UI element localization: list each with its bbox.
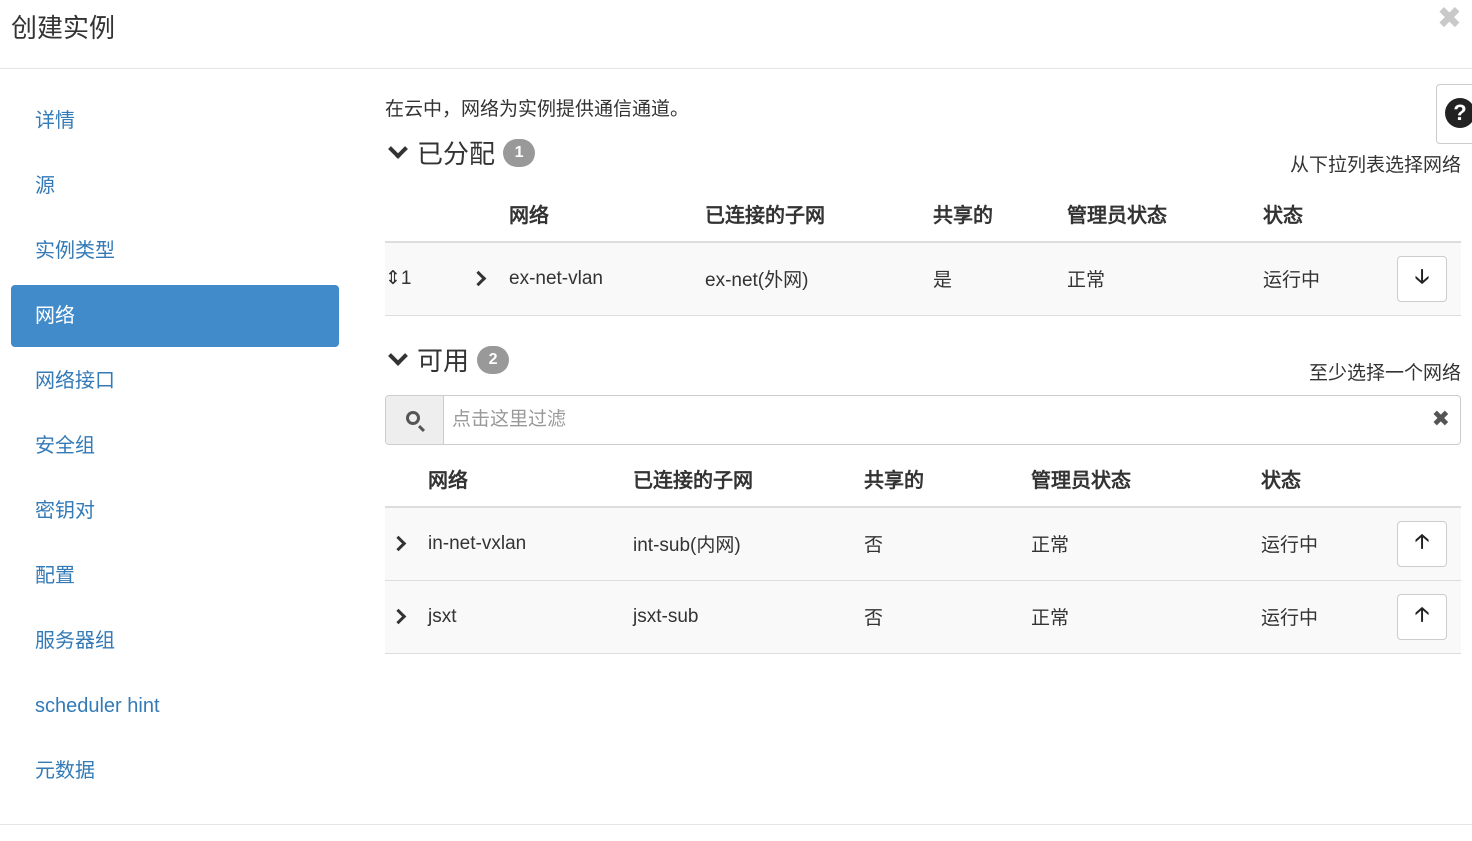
available-hint: 至少选择一个网络	[1308, 363, 1461, 384]
filter-input[interactable]	[452, 405, 1412, 435]
column-header-admin-state: 管理员状态	[1031, 451, 1261, 508]
help-button[interactable]: ?	[1436, 84, 1472, 144]
allocated-count-badge: 1	[503, 138, 536, 167]
available-section-toggle[interactable]: 可用 2	[385, 341, 510, 378]
cell-shared: 否	[864, 507, 1031, 581]
cell-network: jsxt	[428, 580, 633, 654]
sort-icon: ⇕	[385, 268, 401, 290]
cell-shared: 是	[933, 242, 1067, 316]
sidebar-item-details[interactable]: 详情	[11, 90, 339, 152]
sidebar-item-server-groups[interactable]: 服务器组	[11, 610, 339, 672]
wizard-sidebar: 详情 源 实例类型 网络 网络接口 安全组 密钥对 配置 服务器组 schedu…	[11, 90, 339, 805]
cell-status: 运行中	[1261, 507, 1397, 581]
footer-divider	[0, 824, 1472, 825]
deallocate-button[interactable]: 🡣	[1397, 255, 1447, 302]
search-icon	[406, 411, 420, 425]
dialog-header: 创建实例 ✖	[0, 0, 1472, 69]
arrow-up-icon: 🡡	[1414, 603, 1430, 626]
chevron-right-icon[interactable]	[470, 270, 487, 287]
table-row: in-net-vxlan int-sub(内网) 否 正常 运行中 🡡	[385, 507, 1461, 581]
cell-admin-state: 正常	[1031, 580, 1261, 654]
filter-bar: ✖	[385, 395, 1461, 445]
sidebar-item-metadata[interactable]: 元数据	[11, 740, 339, 802]
chevron-down-icon	[388, 138, 408, 159]
allocate-button[interactable]: 🡡	[1397, 593, 1447, 640]
column-header-shared: 共享的	[933, 186, 1067, 243]
order-handle[interactable]: ⇕1	[385, 242, 465, 316]
available-count-badge: 2	[477, 345, 510, 374]
cell-shared: 否	[864, 580, 1031, 654]
column-header-shared: 共享的	[864, 451, 1031, 508]
order-value: 1	[400, 268, 412, 290]
sidebar-item-scheduler-hints[interactable]: scheduler hint	[11, 675, 339, 737]
dialog-title: 创建实例	[11, 13, 116, 43]
cell-admin-state: 正常	[1067, 242, 1263, 316]
cell-status: 运行中	[1261, 580, 1397, 654]
sidebar-item-security-groups[interactable]: 安全组	[11, 415, 339, 477]
column-header-status: 状态	[1261, 451, 1397, 508]
available-title: 可用	[417, 346, 470, 376]
column-header-status: 状态	[1263, 186, 1397, 243]
cell-subnet: ex-net(外网)	[705, 242, 933, 316]
allocated-table: 网络 已连接的子网 共享的 管理员状态 状态 ⇕1 ex-net-vlan ex…	[385, 186, 1461, 316]
arrow-up-icon: 🡡	[1414, 530, 1430, 553]
clear-icon[interactable]: ✖	[1432, 407, 1450, 431]
chevron-down-icon	[388, 345, 408, 366]
column-header-subnet: 已连接的子网	[633, 451, 864, 508]
sidebar-item-flavor[interactable]: 实例类型	[11, 220, 339, 282]
allocated-section-toggle[interactable]: 已分配 1	[385, 134, 536, 171]
sidebar-item-network-ports[interactable]: 网络接口	[11, 350, 339, 412]
arrow-down-icon: 🡣	[1414, 265, 1430, 288]
cell-subnet: jsxt-sub	[633, 580, 864, 654]
allocate-button[interactable]: 🡡	[1397, 520, 1447, 567]
cell-subnet: int-sub(内网)	[633, 507, 864, 581]
cell-status: 运行中	[1263, 242, 1397, 316]
allocated-hint: 从下拉列表选择网络	[1289, 155, 1461, 176]
available-table: 网络 已连接的子网 共享的 管理员状态 状态 in-net-vxlan int-…	[385, 451, 1461, 654]
table-row: ⇕1 ex-net-vlan ex-net(外网) 是 正常 运行中 🡣	[385, 242, 1461, 316]
column-header-subnet: 已连接的子网	[705, 186, 933, 243]
column-header-network: 网络	[428, 451, 633, 508]
sidebar-item-key-pair[interactable]: 密钥对	[11, 480, 339, 542]
cell-admin-state: 正常	[1031, 507, 1261, 581]
column-header-admin-state: 管理员状态	[1067, 186, 1263, 243]
intro-text: 在云中，网络为实例提供通信通道。	[385, 99, 690, 120]
column-header-network: 网络	[509, 186, 705, 243]
help-icon: ?	[1445, 98, 1472, 128]
cell-network: in-net-vxlan	[428, 507, 633, 581]
sidebar-item-source[interactable]: 源	[11, 155, 339, 217]
cell-network: ex-net-vlan	[509, 242, 705, 316]
table-row: jsxt jsxt-sub 否 正常 运行中 🡡	[385, 580, 1461, 654]
chevron-right-icon[interactable]	[390, 535, 407, 552]
allocated-title: 已分配	[417, 139, 496, 169]
chevron-right-icon[interactable]	[390, 608, 407, 624]
sidebar-item-configuration[interactable]: 配置	[11, 545, 339, 607]
sidebar-item-networks[interactable]: 网络	[11, 285, 339, 347]
search-addon	[386, 396, 444, 444]
close-icon[interactable]: ✖	[1437, 4, 1462, 34]
